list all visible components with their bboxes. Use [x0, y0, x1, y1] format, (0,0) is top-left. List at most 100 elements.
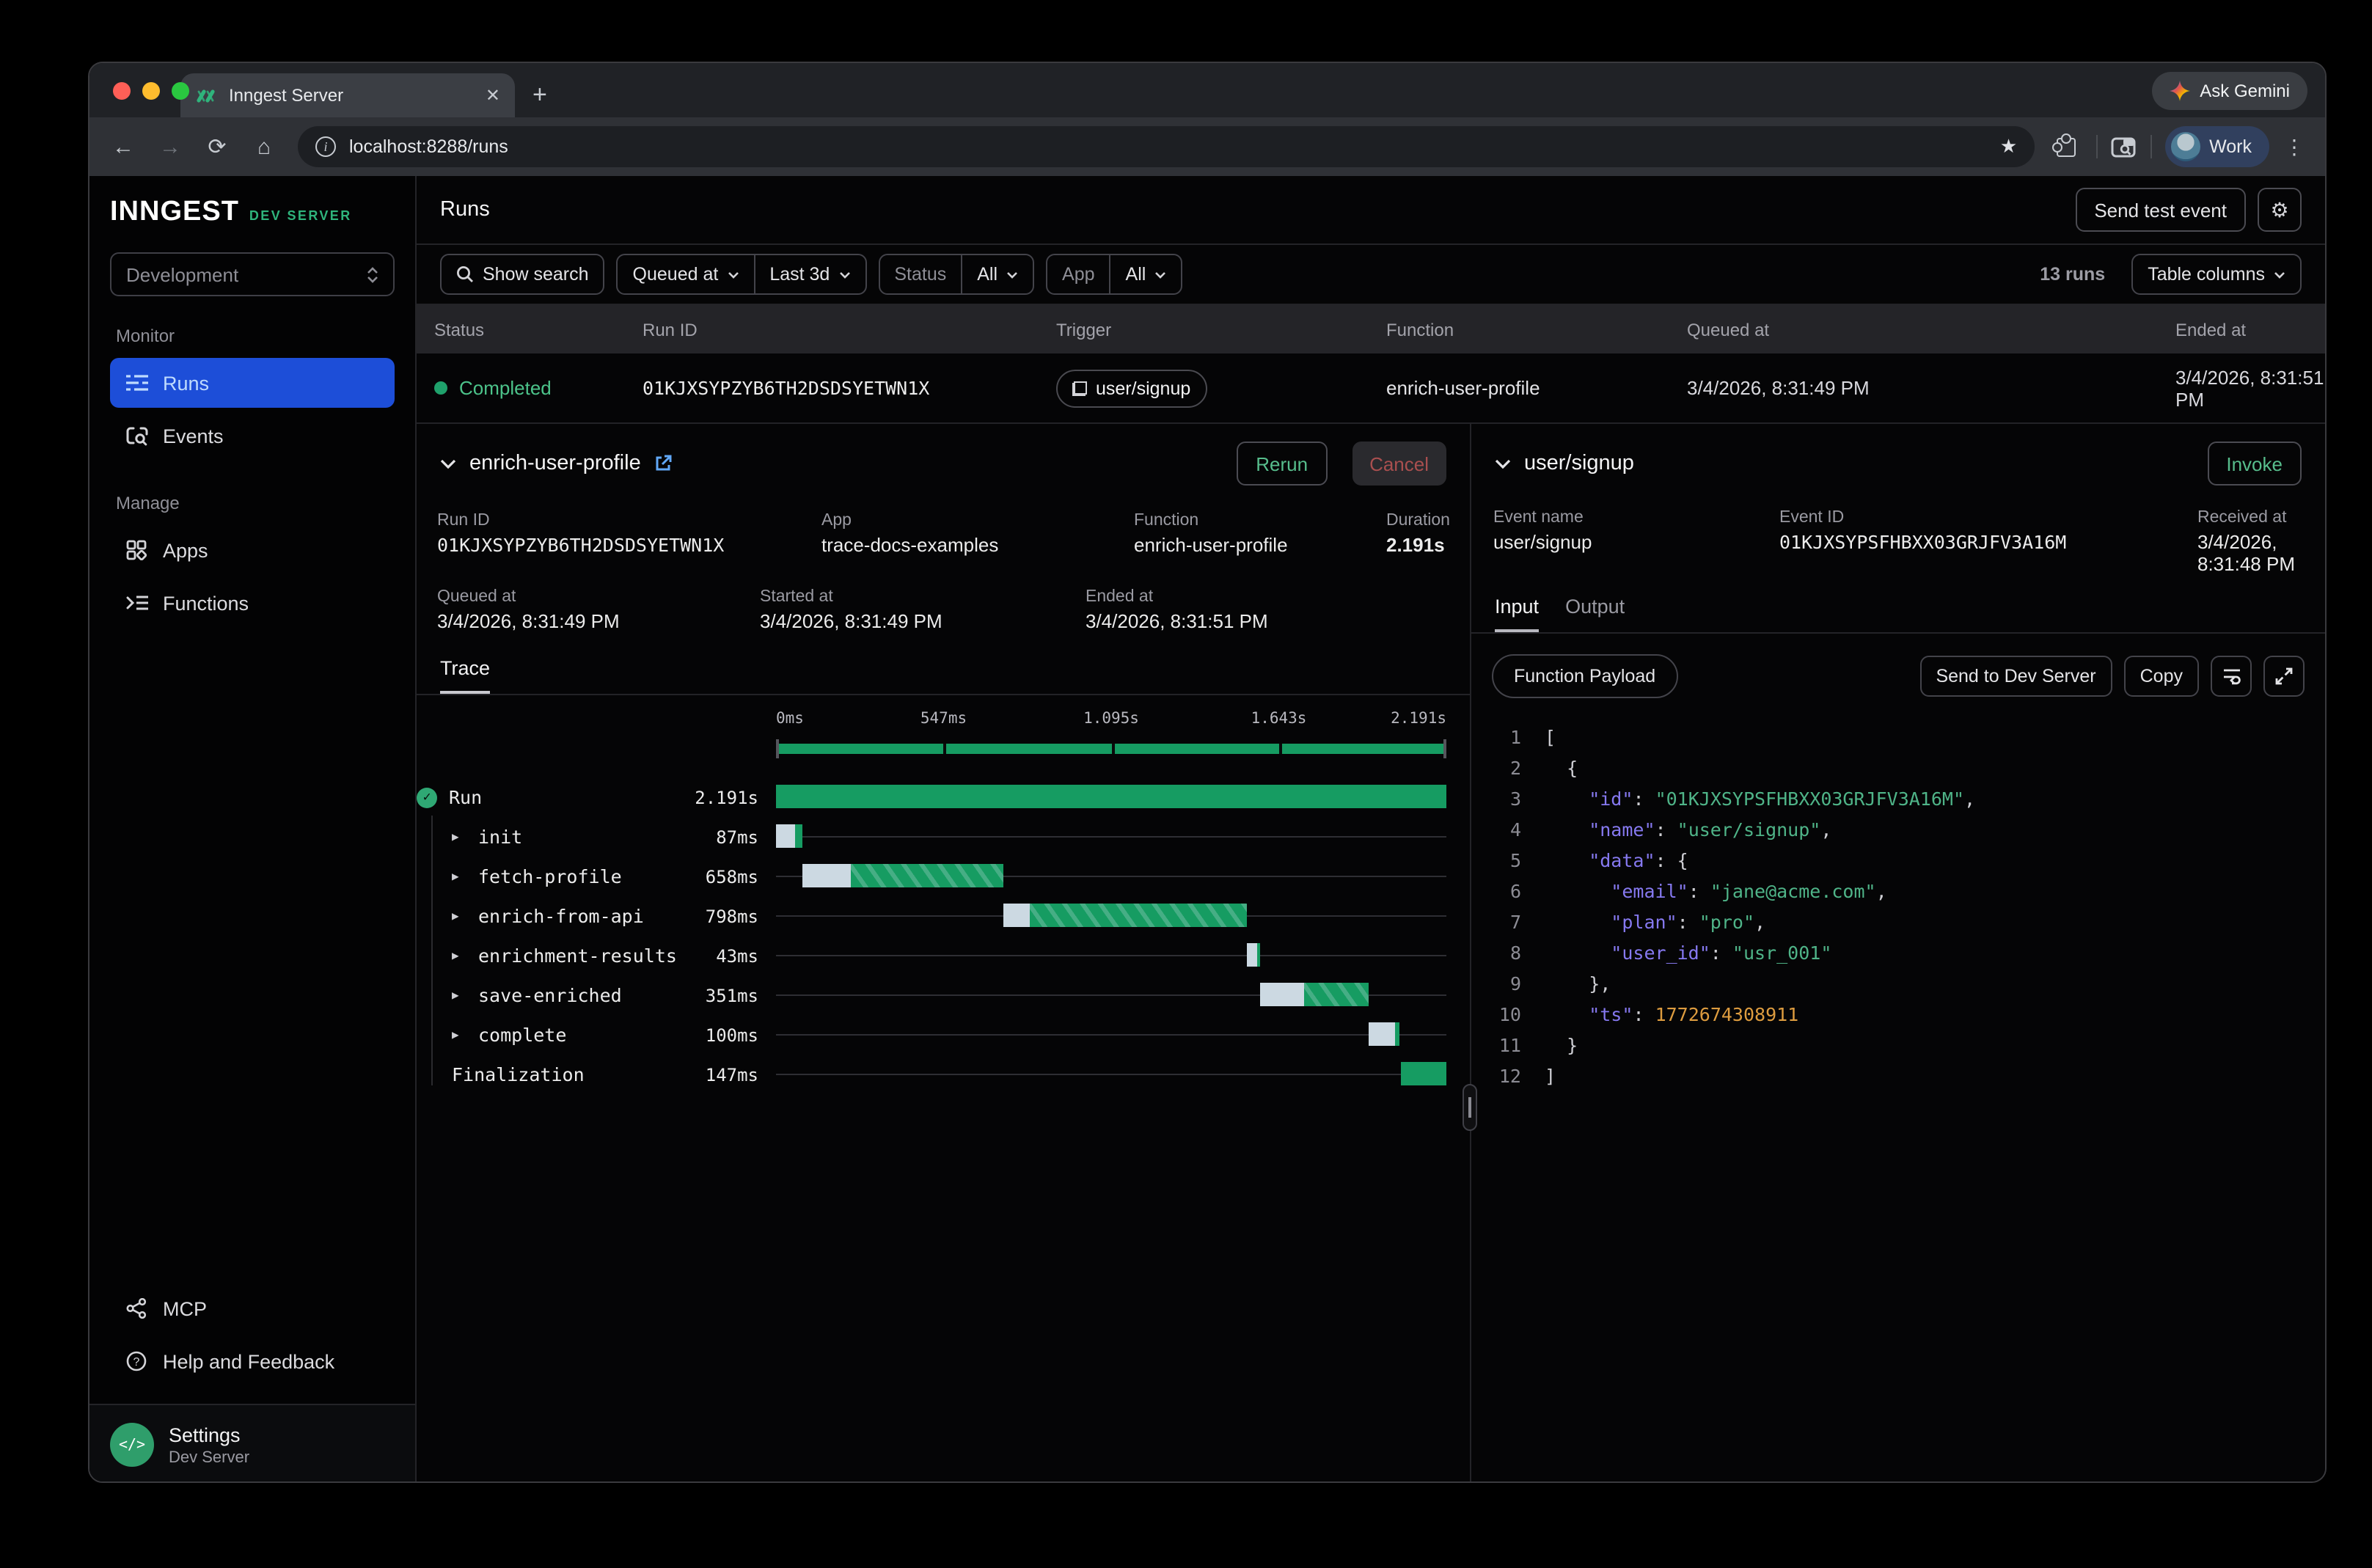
trace-step-duration: 798ms: [706, 906, 758, 926]
minimize-window-button[interactable]: [142, 82, 160, 100]
trace-row[interactable]: ▶init87ms: [417, 817, 1446, 857]
function-link[interactable]: enrich-user-profile: [1134, 534, 1386, 556]
cancel-button[interactable]: Cancel: [1352, 442, 1446, 486]
bookmark-star-icon[interactable]: ★: [2000, 135, 2017, 158]
rerun-button[interactable]: Rerun: [1237, 442, 1327, 486]
payload-json[interactable]: 1[2 {3 "id": "01KJXSYPSFHBXX03GRJFV3A16M…: [1471, 722, 2325, 1091]
table-row[interactable]: Completed 01KJXSYPZYB6TH2DSDSYETWN1X use…: [417, 353, 2325, 422]
sidebar-item-label: MCP: [163, 1297, 207, 1319]
trace-bar[interactable]: [776, 824, 803, 848]
expand-arrow-icon[interactable]: ▶: [452, 870, 466, 883]
time-range-select[interactable]: Last 3d: [753, 255, 865, 293]
maximize-window-button[interactable]: [172, 82, 189, 100]
app-label: App: [821, 512, 1134, 530]
expand-button[interactable]: [2263, 656, 2305, 697]
success-check-icon: ✓: [417, 787, 437, 807]
environment-select[interactable]: Development: [110, 252, 395, 296]
new-tab-button[interactable]: +: [532, 81, 547, 110]
external-link-icon[interactable]: [654, 455, 672, 472]
duration-value: 2.191s: [1386, 534, 1470, 556]
sidebar-item-help[interactable]: ? Help and Feedback: [110, 1336, 395, 1386]
time-filter[interactable]: Queued at Last 3d: [617, 254, 867, 295]
sidebar-item-events[interactable]: Events: [110, 411, 395, 461]
copy-button[interactable]: Copy: [2124, 656, 2199, 697]
trace-minimap[interactable]: [776, 739, 1446, 760]
sidebar-item-functions[interactable]: Functions: [110, 578, 395, 628]
reload-icon[interactable]: ⟳: [198, 133, 236, 160]
row-function: enrich-user-profile: [1386, 377, 1687, 399]
time-field-select[interactable]: Queued at: [618, 255, 754, 293]
toolbar-divider: [2150, 135, 2152, 158]
tab-input[interactable]: Input: [1495, 596, 1539, 632]
browser-menu-icon[interactable]: ⋮: [2284, 134, 2305, 159]
expand-arrow-icon[interactable]: ▶: [452, 909, 466, 923]
status-filter-select[interactable]: All: [961, 255, 1033, 293]
code-line: 6 "email": "jane@acme.com",: [1483, 876, 2325, 906]
apps-grid-icon: [125, 540, 148, 560]
status-filter[interactable]: Status All: [878, 254, 1034, 295]
tab-trace[interactable]: Trace: [440, 657, 490, 694]
settings-gear-button[interactable]: ⚙: [2258, 188, 2302, 232]
expand-arrow-icon[interactable]: ▶: [452, 989, 466, 1002]
app-filter[interactable]: App All: [1046, 254, 1182, 295]
address-bar[interactable]: i localhost:8288/runs ★: [298, 126, 2035, 167]
pane-resize-handle[interactable]: [1463, 1084, 1477, 1131]
close-window-button[interactable]: [113, 82, 131, 100]
close-tab-icon[interactable]: ✕: [486, 85, 500, 106]
sidebar-item-apps[interactable]: Apps: [110, 525, 395, 575]
trace-row[interactable]: ▶enrich-from-api798ms: [417, 896, 1446, 936]
app-filter-select[interactable]: All: [1110, 255, 1182, 293]
trace-bar[interactable]: [776, 785, 1446, 808]
trace-bar[interactable]: [1368, 1022, 1399, 1046]
trace-row[interactable]: ✓Run2.191s: [417, 777, 1446, 817]
trace-bar[interactable]: [803, 864, 1004, 887]
app-link[interactable]: trace-docs-examples: [821, 534, 1134, 556]
sidebar-item-mcp[interactable]: MCP: [110, 1283, 395, 1333]
forward-icon[interactable]: →: [151, 134, 189, 159]
expand-arrow-icon[interactable]: ▶: [452, 949, 466, 962]
collapse-chevron-icon[interactable]: [440, 458, 456, 469]
code-line: 11 }: [1483, 1030, 2325, 1060]
browser-toolbar: ← → ⟳ ⌂ i localhost:8288/runs ★ Work ⋮: [89, 117, 2325, 176]
trace-row[interactable]: ▶fetch-profile658ms: [417, 857, 1446, 896]
trace-row[interactable]: ▶save-enriched351ms: [417, 975, 1446, 1015]
trigger-pill[interactable]: user/signup: [1056, 369, 1207, 407]
queued-label: Queued at: [437, 588, 760, 606]
trace-bar[interactable]: [1248, 943, 1261, 967]
profile-chip[interactable]: Work: [2165, 126, 2269, 167]
ask-gemini-button[interactable]: Ask Gemini: [2151, 72, 2307, 110]
expand-arrow-icon[interactable]: ▶: [452, 830, 466, 843]
trace-step-duration: 658ms: [706, 866, 758, 887]
settings-item[interactable]: </> Settings Dev Server: [89, 1404, 415, 1483]
trace-row[interactable]: ▶enrichment-results43ms: [417, 936, 1446, 975]
home-icon[interactable]: ⌂: [245, 134, 283, 159]
show-search-button[interactable]: Show search: [440, 254, 605, 295]
send-test-event-button[interactable]: Send test event: [2075, 188, 2246, 232]
site-info-icon[interactable]: i: [315, 136, 336, 157]
trace-row[interactable]: Finalization147ms: [417, 1055, 1446, 1094]
tab-search-icon[interactable]: [2111, 136, 2137, 158]
profile-name: Work: [2209, 136, 2252, 157]
back-icon[interactable]: ←: [104, 134, 142, 159]
collapse-chevron-icon[interactable]: [1495, 458, 1511, 469]
sidebar-item-label: Runs: [163, 372, 209, 394]
trace-bar[interactable]: [1261, 983, 1368, 1006]
expand-arrow-icon[interactable]: ▶: [452, 1028, 466, 1041]
trace-row[interactable]: ▶complete100ms: [417, 1015, 1446, 1055]
function-payload-pill[interactable]: Function Payload: [1492, 654, 1677, 698]
invoke-button[interactable]: Invoke: [2207, 442, 2302, 486]
tab-output[interactable]: Output: [1565, 596, 1625, 632]
sidebar-item-runs[interactable]: Runs: [110, 358, 395, 408]
extensions-icon[interactable]: [2057, 137, 2076, 156]
browser-tab[interactable]: Inngest Server ✕: [180, 73, 515, 117]
window-controls[interactable]: [113, 82, 189, 100]
url-text[interactable]: localhost:8288/runs: [349, 136, 1987, 157]
send-to-dev-server-button[interactable]: Send to Dev Server: [1919, 656, 2112, 697]
browser-window: Inngest Server ✕ + Ask Gemini ← → ⟳ ⌂ i …: [88, 62, 2327, 1483]
table-columns-button[interactable]: Table columns: [2131, 254, 2302, 295]
word-wrap-button[interactable]: [2211, 656, 2252, 697]
trace-bar[interactable]: [1402, 1062, 1446, 1085]
toolbar-divider: [2096, 135, 2098, 158]
trace-bar[interactable]: [1003, 904, 1248, 927]
col-status: Status: [434, 319, 643, 340]
